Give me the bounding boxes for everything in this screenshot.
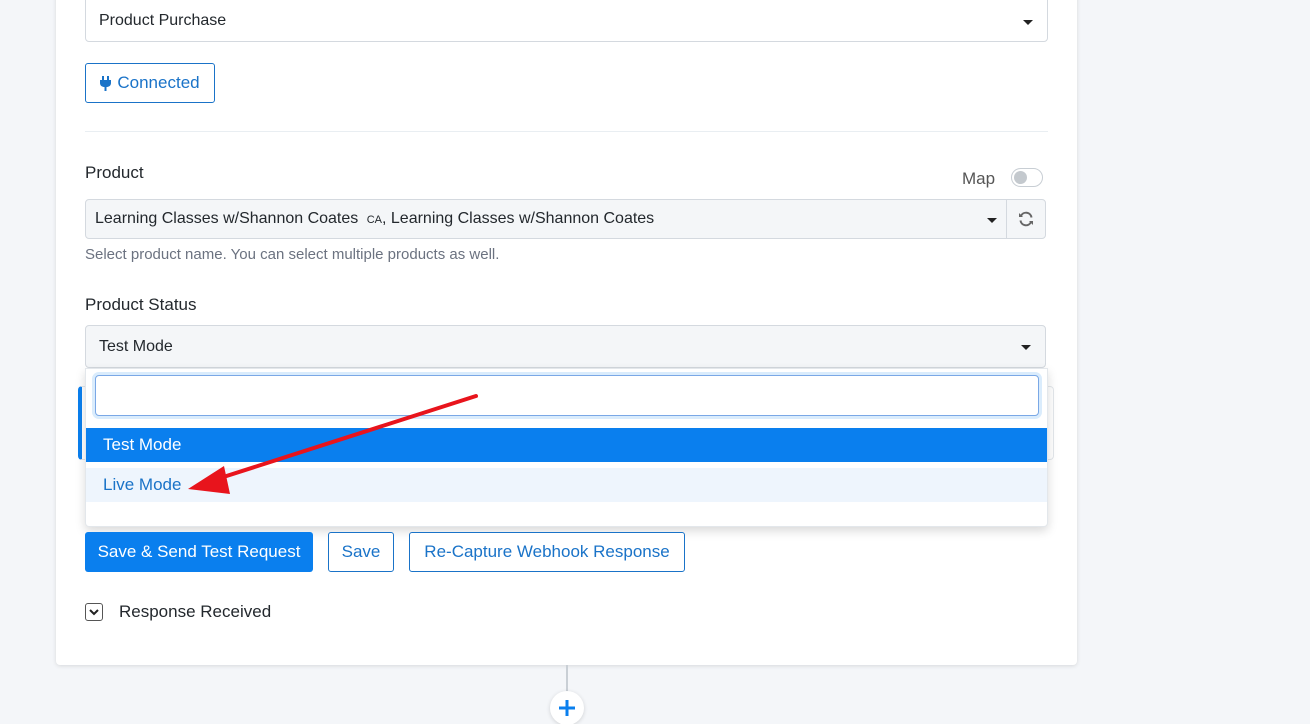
chevron-down-icon — [1023, 20, 1033, 25]
chevron-down-icon — [89, 608, 99, 615]
map-toggle[interactable] — [1011, 168, 1043, 187]
product-status-value: Test Mode — [99, 337, 173, 355]
product-status-dropdown: Test Mode Live Mode — [85, 368, 1048, 527]
event-select-value: Product Purchase — [99, 12, 227, 29]
product-help-text: Select product name. You can select mult… — [85, 246, 500, 263]
save-send-test-button[interactable]: Save & Send Test Request — [85, 532, 313, 572]
chevron-down-icon — [987, 218, 997, 223]
section-divider — [85, 131, 1048, 132]
event-select[interactable]: Product Purchase — [85, 0, 1048, 42]
product-select[interactable]: Learning Classes w/Shannon Coates CA, Le… — [85, 199, 1007, 239]
product-status-select[interactable]: Test Mode — [85, 325, 1046, 368]
step-card: Product Purchase Connected Product Map L… — [56, 0, 1077, 665]
refresh-button[interactable] — [1006, 199, 1046, 239]
product-label: Product — [85, 163, 144, 182]
dropdown-option-live-mode[interactable]: Live Mode — [86, 468, 1047, 502]
response-toggle[interactable] — [85, 603, 103, 621]
product-select-value: Learning Classes w/Shannon Coates CA, Le… — [95, 210, 655, 227]
plug-icon — [100, 75, 112, 91]
chevron-down-icon — [1021, 345, 1031, 350]
map-label: Map — [962, 169, 996, 188]
connected-button[interactable]: Connected — [85, 63, 215, 103]
add-step-button[interactable] — [550, 691, 584, 724]
dropdown-option-test-mode[interactable]: Test Mode — [86, 428, 1047, 462]
recapture-webhook-button[interactable]: Re-Capture Webhook Response — [409, 532, 685, 572]
map-toggle-knob — [1014, 171, 1027, 184]
refresh-icon — [1019, 211, 1033, 227]
plus-icon — [559, 700, 575, 716]
dropdown-search-input[interactable] — [95, 375, 1039, 416]
response-received-label: Response Received — [119, 602, 272, 621]
connected-label: Connected — [117, 73, 200, 92]
save-button[interactable]: Save — [328, 532, 394, 572]
product-status-label: Product Status — [85, 295, 197, 314]
